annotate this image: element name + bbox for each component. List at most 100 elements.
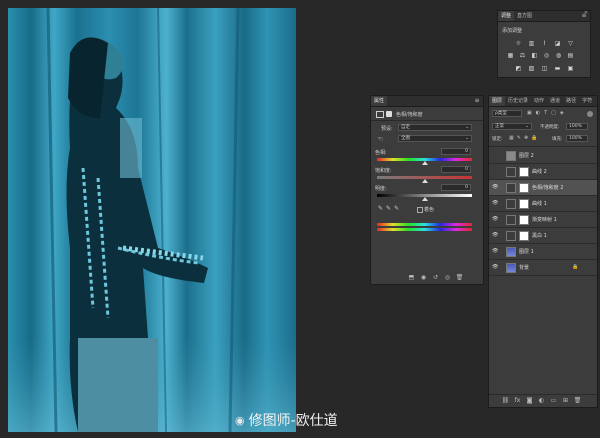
black-white-icon[interactable]: ◧ <box>530 51 539 59</box>
tab-paths[interactable]: 路径 <box>563 96 579 106</box>
channel-value: 全图 <box>401 136 410 141</box>
channel-select[interactable]: 全图 ⌄ <box>398 135 472 142</box>
channel-mixer-icon[interactable]: ◍ <box>554 51 563 59</box>
layer-row[interactable]: 👁 曲线 1 <box>489 196 597 212</box>
blend-mode-select[interactable]: 正常 ⌄ <box>492 123 532 130</box>
brightness-contrast-icon[interactable]: ☼ <box>514 39 523 47</box>
saturation-slider-thumb[interactable] <box>421 179 428 183</box>
tab-properties[interactable]: 属性 <box>371 96 388 106</box>
mask-thumbnail <box>519 215 529 225</box>
trash-icon[interactable]: 🗑 <box>573 397 582 404</box>
adjustment-filter-icon[interactable]: ◐ <box>536 110 540 116</box>
view-previous-icon[interactable]: ◉ <box>419 274 428 281</box>
color-lookup-icon[interactable]: ▤ <box>566 51 575 59</box>
eye-icon[interactable]: 👁 <box>492 233 498 238</box>
lightness-value: 0 <box>465 185 468 190</box>
panel-menu-icon[interactable]: ≡ <box>581 13 587 19</box>
type-filter-icon[interactable]: T <box>544 110 547 116</box>
layer-name: 色相/饱和度 2 <box>532 185 564 191</box>
add-mask-icon[interactable]: ◙ <box>525 397 534 404</box>
new-adjustment-icon[interactable]: ◐ <box>537 397 546 404</box>
hue-saturation-icon[interactable]: ▦ <box>506 51 515 59</box>
reset-icon[interactable]: ↺ <box>431 274 440 281</box>
lock-all-icon[interactable]: 🔒 <box>531 135 537 141</box>
levels-icon[interactable]: ▥ <box>527 39 536 47</box>
fx-icon[interactable]: fx <box>513 397 522 404</box>
color-balance-icon[interactable]: ⚖ <box>518 51 527 59</box>
fill-input[interactable]: 100% <box>566 135 588 142</box>
layer-row[interactable]: 👁 背景 🔒 <box>489 260 597 276</box>
hand-tool-icon[interactable]: ☜ <box>377 135 383 143</box>
tab-histogram[interactable]: 直方图 <box>514 11 535 21</box>
link-layers-icon[interactable]: ⛓ <box>501 397 510 404</box>
tab-character[interactable]: 字符 <box>579 96 595 106</box>
curves-icon[interactable]: ⌇ <box>540 39 549 47</box>
layer-row[interactable]: 👁 图层 1 <box>489 244 597 260</box>
tab-channels[interactable]: 通道 <box>547 96 563 106</box>
shape-filter-icon[interactable]: ▢ <box>551 110 556 116</box>
lightness-input[interactable]: 0 <box>441 184 471 191</box>
pixel-filter-icon[interactable]: ▣ <box>527 110 532 116</box>
layer-filter-select[interactable]: ρ类型 <box>492 110 522 117</box>
tab-actions[interactable]: 动作 <box>531 96 547 106</box>
saturation-input[interactable]: 0 <box>441 166 471 173</box>
visibility-icon[interactable]: ◎ <box>443 274 452 281</box>
lock-transparency-icon[interactable]: ▦ <box>509 135 514 141</box>
filter-toggle-icon[interactable] <box>587 111 593 117</box>
eye-icon[interactable]: 👁 <box>492 201 498 206</box>
properties-title: 色相/饱和度 <box>396 112 423 118</box>
lock-pixels-icon[interactable]: ✎ <box>517 135 521 141</box>
hue-slider-thumb[interactable] <box>421 161 428 165</box>
eye-icon[interactable]: 👁 <box>492 185 498 190</box>
eye-icon[interactable]: 👁 <box>492 265 498 270</box>
layer-thumbnail <box>506 263 516 273</box>
mask-thumbnail <box>519 199 529 209</box>
trash-icon[interactable]: 🗑 <box>455 274 464 281</box>
photo-image <box>8 8 296 432</box>
mask-thumbnail <box>519 183 529 193</box>
exposure-icon[interactable]: ◪ <box>553 39 562 47</box>
eyedropper-subtract-icon[interactable]: ✎ <box>394 205 399 212</box>
smart-filter-icon[interactable]: ◈ <box>560 110 564 116</box>
tab-history[interactable]: 历史记录 <box>505 96 531 106</box>
layer-name: 图层 1 <box>519 249 534 255</box>
layer-row[interactable]: 👁 渐变映射 1 <box>489 212 597 228</box>
weibo-icon: ◉ <box>235 413 245 427</box>
layer-row[interactable]: 图层 2 <box>489 148 597 164</box>
chevron-down-icon: ⌄ <box>525 124 529 129</box>
layers-panel: 图层 历史记录 动作 通道 路径 字符 ρ类型 ▣ ◐ T ▢ ◈ 正常 ⌄ 不… <box>488 95 598 408</box>
eyedropper-group: ✎ ✎ ✎ <box>378 205 399 212</box>
tab-adjustments[interactable]: 调整 <box>498 11 515 21</box>
lightness-slider-thumb[interactable] <box>421 197 428 201</box>
lock-position-icon[interactable]: ✥ <box>524 135 528 141</box>
eyedropper-add-icon[interactable]: ✎ <box>386 205 391 212</box>
posterize-icon[interactable]: ▨ <box>527 64 536 72</box>
photo-canvas[interactable] <box>8 8 296 432</box>
opacity-input[interactable]: 100% <box>566 123 588 130</box>
new-layer-icon[interactable]: ⊞ <box>561 397 570 404</box>
adjustments-row-2: ▦ ⚖ ◧ ◎ ◍ ▤ <box>506 51 575 59</box>
eye-icon[interactable]: 👁 <box>492 249 498 254</box>
clip-to-layer-icon[interactable]: ⬒ <box>407 274 416 281</box>
photo-filter-icon[interactable]: ◎ <box>542 51 551 59</box>
gradient-map-icon[interactable]: ▬ <box>553 64 562 72</box>
threshold-icon[interactable]: ◫ <box>540 64 549 72</box>
panel-menu-icon[interactable]: ≡ <box>474 98 480 104</box>
curves-icon <box>506 199 516 209</box>
preset-select[interactable]: 自定 ⌄ <box>398 124 472 131</box>
layer-row[interactable]: 曲线 2 <box>489 164 597 180</box>
saturation-label: 饱和度: <box>375 168 392 174</box>
adjustment-layer-icon <box>376 111 384 118</box>
layer-row-selected[interactable]: 👁 色相/饱和度 2 <box>489 180 597 196</box>
colorize-checkbox[interactable] <box>417 207 423 213</box>
mask-icon <box>386 111 392 117</box>
eyedropper-icon[interactable]: ✎ <box>378 205 383 212</box>
invert-icon[interactable]: ◩ <box>514 64 523 72</box>
vibrance-icon[interactable]: ▽ <box>566 39 575 47</box>
hue-input[interactable]: 0 <box>441 148 471 155</box>
layer-row[interactable]: 👁 黑白 1 <box>489 228 597 244</box>
selective-color-icon[interactable]: ▣ <box>566 64 575 72</box>
tab-layers[interactable]: 图层 <box>489 96 506 106</box>
eye-icon[interactable]: 👁 <box>492 217 498 222</box>
new-group-icon[interactable]: ▭ <box>549 397 558 404</box>
